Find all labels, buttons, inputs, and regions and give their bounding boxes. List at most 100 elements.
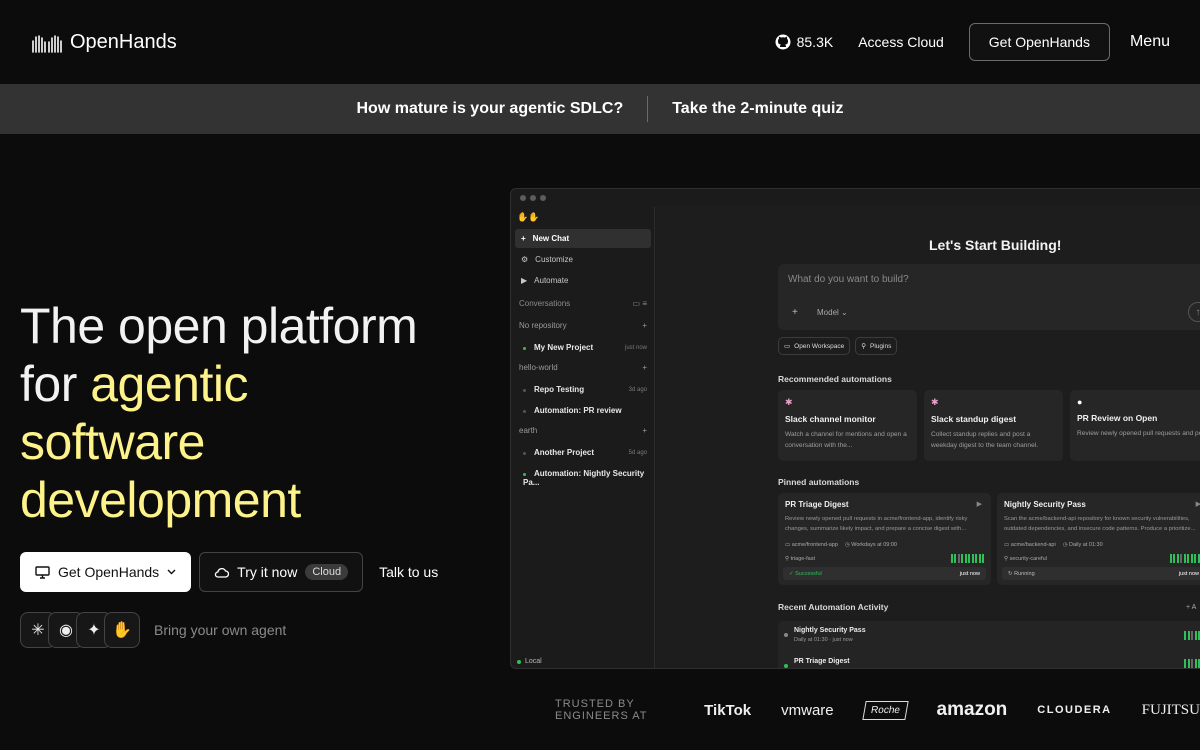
pinned-card[interactable]: Nightly Security Pass ▶ Scan the acme/ba… — [997, 493, 1200, 585]
recent-add-button[interactable]: + A — [1186, 604, 1196, 611]
tag-label: ⚲ triage-fast — [785, 555, 816, 562]
prompt-box[interactable]: What do you want to build? + Model ⌄ ↑ — [778, 264, 1200, 330]
try-it-now-button[interactable]: Try it now Cloud — [199, 552, 364, 592]
recommended-card[interactable]: ✱ Slack channel monitor Watch a channel fo… — [778, 390, 917, 461]
recent-activity-heading: Recent Automation Activity — [778, 602, 889, 612]
window-dot-maximize — [540, 195, 546, 201]
new-chat-label: New Chat — [532, 234, 570, 243]
trusted-label: TRUSTED BY ENGINEERS AT — [555, 698, 648, 722]
filter-icon[interactable]: ▭ ≡ — [633, 299, 647, 308]
status-dot — [523, 347, 526, 350]
local-status: Local — [517, 658, 542, 665]
card-description: Collect standup replies and post a weekd… — [931, 431, 1039, 449]
activity-row[interactable]: PR Triage Digest — [784, 658, 1200, 668]
try-it-now-label: Try it now — [237, 564, 298, 580]
agent-selector-row: ✳ ◉ ✦ ✋ Bring your own agent — [20, 612, 286, 648]
open-workspace-chip[interactable]: ▭ Open Workspace — [778, 337, 851, 355]
conversation-item[interactable]: Another Project 5d ago — [523, 448, 647, 457]
folder-icon: ▭ — [784, 343, 791, 350]
schedule-text: Daily at 01:30 — [1069, 542, 1103, 548]
status-dot — [523, 473, 526, 476]
slack-icon: ✱ — [785, 397, 793, 407]
group-no-repository[interactable]: No repository + — [519, 321, 647, 330]
tag-text: security-careful — [1009, 555, 1047, 562]
sidebar-new-chat[interactable]: + New Chat — [515, 229, 651, 248]
talk-to-us-link[interactable]: Talk to us — [379, 564, 438, 580]
monitor-icon — [35, 565, 50, 579]
banner-question[interactable]: How mature is your agentic SDLC? — [357, 100, 624, 118]
get-openhands-dropdown-button[interactable]: Get OpenHands — [20, 552, 192, 592]
main-heading: Let's Start Building! — [929, 237, 1062, 253]
conversations-header: Conversations ▭ ≡ — [519, 299, 647, 308]
folder-group-label: No repository — [519, 321, 567, 330]
sidebar-automate[interactable]: ▶ Automate — [515, 271, 651, 290]
automate-label: Automate — [534, 276, 569, 285]
model-selector[interactable]: Model ⌄ — [817, 308, 848, 317]
hands-logo-icon — [32, 34, 62, 53]
plugin-icon: ⚲ — [861, 343, 867, 350]
play-icon[interactable]: ▶ — [977, 500, 982, 508]
access-cloud-link[interactable]: Access Cloud — [858, 34, 944, 50]
send-arrow-icon[interactable]: ↑ — [1188, 302, 1200, 322]
activity-subtitle: Daily at 01:30 · just now — [794, 637, 853, 643]
recent-activity-list: Nightly Security Pass Daily at 01:30 · ju… — [778, 621, 1200, 668]
prompt-input[interactable]: What do you want to build? — [788, 274, 909, 285]
schedule-text: Workdays at 09:00 — [851, 542, 897, 548]
cloudera-logo: CLOUDERA — [1037, 704, 1112, 716]
recommended-card[interactable]: ● PR Review on Open Review newly opened pu… — [1070, 390, 1200, 461]
conversation-item[interactable]: Automation: Nightly Security Pa... — [523, 469, 647, 487]
add-icon[interactable]: + — [642, 321, 647, 330]
tag-label: ⚲ security-careful — [1004, 555, 1047, 562]
open-workspace-label: Open Workspace — [794, 342, 845, 350]
activity-run-bars — [1184, 630, 1200, 640]
activity-row[interactable]: Nightly Security Pass Daily at 01:30 · ju… — [784, 627, 1200, 643]
menu-button[interactable]: Menu — [1130, 33, 1170, 51]
recommended-heading: Recommended automations — [778, 374, 892, 384]
card-description: Watch a channel for mentions and open a … — [785, 431, 907, 449]
banner-quiz-link[interactable]: Take the 2-minute quiz — [672, 100, 843, 118]
schedule-label: ◷ Workdays at 09:00 — [844, 542, 897, 548]
sidebar-logo-icon: ✋✋ — [517, 212, 540, 222]
conversation-title: My New Project — [534, 343, 594, 352]
pinned-card[interactable]: PR Triage Digest ▶ Review newly opened p… — [778, 493, 991, 585]
card-title: PR Review on Open — [1077, 413, 1158, 423]
conversation-title: Repo Testing — [534, 385, 585, 394]
customize-icon: ⚙ — [521, 255, 529, 264]
activity-dot — [784, 664, 788, 668]
recommended-card[interactable]: ✱ Slack standup digest Collect standup rep… — [924, 390, 1063, 461]
get-openhands-button[interactable]: Get OpenHands — [968, 23, 1110, 61]
hero-line-2: for agentic — [20, 355, 417, 413]
sidebar-customize[interactable]: ⚙ Customize — [515, 250, 651, 269]
github-stars-link[interactable]: 85.3K — [775, 34, 834, 50]
chevron-down-icon — [167, 569, 176, 575]
group-earth[interactable]: earth + — [519, 426, 647, 435]
conversation-item[interactable]: Repo Testing 3d ago — [523, 385, 647, 394]
schedule-label: ◷ Daily at 01:30 — [1062, 542, 1103, 548]
play-icon[interactable]: ▶ — [1196, 500, 1200, 508]
conversation-title: Automation: PR review — [534, 406, 622, 415]
quiz-banner[interactable]: How mature is your agentic SDLC? Take th… — [0, 84, 1200, 134]
add-icon[interactable]: + — [642, 426, 647, 435]
github-icon — [775, 34, 791, 50]
conversation-item[interactable]: Automation: PR review — [523, 406, 647, 415]
add-icon[interactable]: + — [642, 363, 647, 372]
conversation-item[interactable]: My New Project just now — [523, 343, 647, 352]
activity-dot — [784, 633, 788, 637]
card-description: Review newly opened pull requests and po… — [1077, 430, 1200, 437]
plugins-chip[interactable]: ⚲ Plugins — [855, 337, 898, 355]
status-dot — [523, 410, 526, 413]
plugins-label: Plugins — [870, 342, 892, 350]
hero-title: The open platform for agentic software d… — [20, 297, 418, 529]
folder-group-label: earth — [519, 426, 538, 435]
trusted-by-strip: TRUSTED BY ENGINEERS AT TikTok vmware Ro… — [555, 698, 1200, 722]
pinned-status-bar: ✓ Successful just now — [783, 567, 986, 580]
brand-name: OpenHands — [70, 31, 177, 53]
group-hello-world[interactable]: hello-world + — [519, 363, 647, 372]
attach-plus-icon[interactable]: + — [792, 307, 798, 318]
openhands-agent-icon[interactable]: ✋ — [104, 612, 140, 648]
pinned-title: Nightly Security Pass — [1004, 500, 1086, 509]
card-title: Slack channel monitor — [785, 414, 876, 424]
brand-logo[interactable]: OpenHands — [30, 31, 177, 54]
conversation-time: 5d ago — [628, 449, 647, 456]
github-stars-count: 85.3K — [796, 34, 834, 50]
